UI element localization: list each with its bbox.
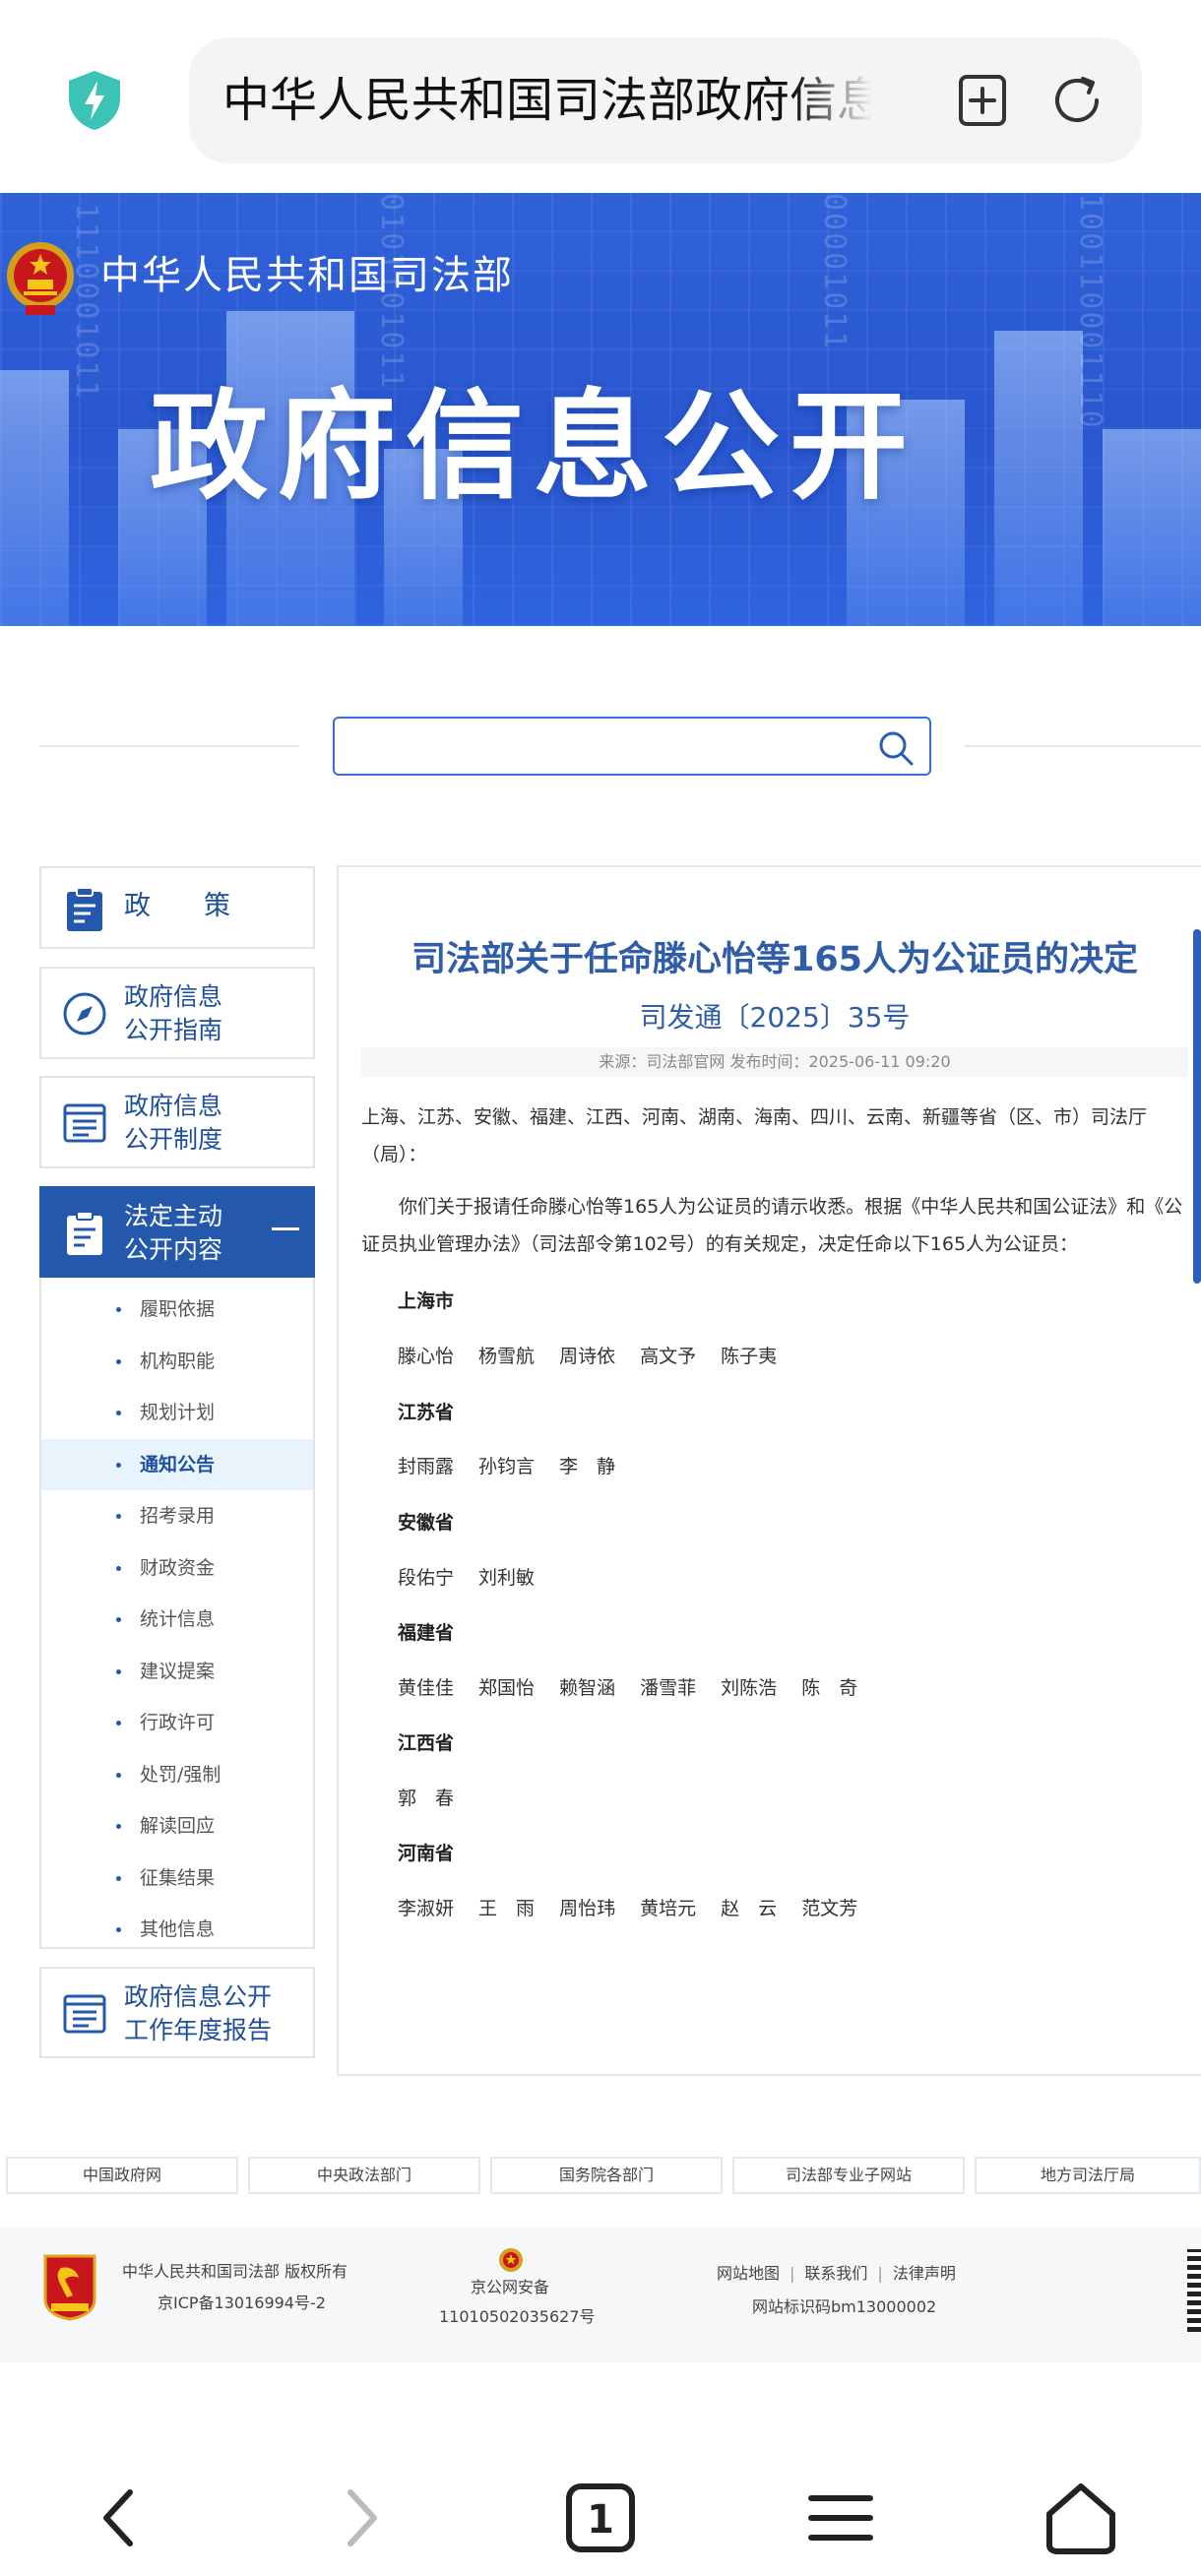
names-list: 段佑宁 刘利敏 [398,1567,536,1589]
footer-link[interactable]: 中国政府网 [6,2157,238,2194]
footer-copyright: 中华人民共和国司法部 版权所有 [122,2262,348,2281]
sidebar-item-label: 政府信息 [124,982,223,1011]
sidebar-subitem[interactable]: 行政许可 [41,1697,313,1748]
national-emblem-icon [7,242,74,315]
province-heading: 江苏省 [398,1402,455,1423]
sidebar-item-guide[interactable]: 政府信息 公开指南 [39,967,315,1059]
sidebar-item-policy[interactable]: 政 策 [39,866,315,949]
footer-link[interactable]: 中央政法部门 [248,2157,480,2194]
footer-police-label: 京公网安备 [471,2278,550,2296]
back-icon[interactable] [77,2475,163,2561]
browser-toolbar: 中华人民共和国司法部政府信息公开 [0,0,1201,193]
sidebar-item-label: 政府信息 [124,1092,223,1120]
sitemap-link[interactable]: 网站地图 [717,2264,780,2283]
menu-icon[interactable] [797,2475,884,2561]
tabs-icon[interactable]: 1 [557,2475,644,2561]
document-number: 司发通〔2025〕35号 [639,1001,911,1034]
footer-link[interactable]: 司法部专业子网站 [732,2157,965,2194]
footer-police-number[interactable]: 11010502035627号 [439,2303,596,2331]
police-emblem-icon [499,2248,523,2272]
sidebar-item-label: 公开指南 [124,1016,223,1044]
url-text[interactable]: 中华人民共和国司法部政府信息公开 [222,71,872,130]
province-heading: 江西省 [398,1732,455,1754]
sidebar-subitem-selected[interactable]: 通知公告 [41,1439,313,1490]
names-list: 封雨露 孙钧言 李 静 [398,1456,616,1477]
sidebar-subitem[interactable]: 其他信息 [41,1904,313,1955]
divider [965,745,1201,747]
sidebar-subitem[interactable]: 招考录用 [41,1490,313,1541]
home-icon[interactable] [1038,2475,1124,2561]
sidebar-item-label: 公开制度 [124,1125,223,1154]
footer-site-id: 网站标识码bm13000002 [752,2297,937,2316]
names-list: 郭 春 [398,1788,455,1809]
sidebar-subitem[interactable]: 处罚/强制 [41,1749,313,1800]
search-box[interactable] [333,717,931,776]
sidebar-subitem[interactable]: 履职依据 [41,1284,313,1335]
names-list: 黄佳佳 郑国怡 赖智涵 潘雪菲 刘陈浩 陈 奇 [398,1677,858,1699]
document-list-icon [63,1994,106,2034]
sidebar-item-label: 法定主动 [124,1202,223,1230]
add-bookmark-icon[interactable] [953,71,1012,130]
clipboard-icon [67,887,102,931]
search-input[interactable] [345,724,856,768]
footer-icp[interactable]: 京ICP备13016994号-2 [158,2290,326,2317]
tabs-count: 1 [587,2497,614,2543]
reload-icon[interactable] [1047,71,1106,130]
clipboard-icon [67,1211,102,1255]
forward-icon[interactable] [317,2475,404,2561]
page-title: 政府信息公开 [150,379,917,516]
search-icon[interactable] [876,728,916,768]
sidebar-subitem[interactable]: 机构职能 [41,1336,313,1387]
sidebar-item-active-content[interactable]: 法定主动 公开内容 [39,1186,315,1278]
party-badge-icon[interactable] [39,2252,100,2321]
scrollbar[interactable] [1193,929,1201,1284]
sidebar-subitem[interactable]: 财政资金 [41,1542,313,1594]
sidebar-subitem[interactable]: 建议提案 [41,1646,313,1697]
province-heading: 安徽省 [398,1512,455,1534]
divider [39,745,299,747]
address-bar[interactable]: 中华人民共和国司法部政府信息公开 [189,37,1142,163]
document-list-icon [63,1103,106,1143]
sidebar-subitem[interactable]: 征集结果 [41,1853,313,1904]
shield-icon[interactable] [65,69,124,132]
collapse-icon[interactable] [272,1227,299,1230]
sidebar-item-label: 公开内容 [124,1235,223,1264]
province-heading: 河南省 [398,1843,455,1864]
legal-link[interactable]: 法律声明 [893,2264,956,2283]
article-body: 你们关于报请任命滕心怡等165人为公证员的请示收悉。根据《中华人民共和国公证法》… [361,1196,1183,1255]
sidebar-item-label: 政 策 [124,891,230,921]
sidebar-item-label: 工作年度报告 [124,2016,273,2044]
sidebar-subitem[interactable]: 统计信息 [41,1594,313,1645]
footer-link[interactable]: 国务院各部门 [490,2157,723,2194]
article-addressee: 上海、江苏、安徽、福建、江西、河南、湖南、海南、四川、云南、新疆等省（区、市）司… [361,1106,1148,1165]
province-heading: 上海市 [398,1290,455,1312]
names-list: 李淑妍 王 雨 周怡玮 黄培元 赵 云 范文芳 [398,1898,858,1919]
sidebar-item-label: 政府信息公开 [124,1982,273,2011]
contact-link[interactable]: 联系我们 [804,2264,867,2283]
site-name: 中华人民共和国司法部 [100,253,514,298]
qr-code [1187,2249,1201,2332]
sidebar-subitem[interactable]: 规划计划 [41,1387,313,1438]
province-heading: 福建省 [398,1622,455,1644]
footer-links: 网站地图 | 联系我们 | 法律声明 [717,2264,956,2283]
sidebar-sublist: 履职依据 机构职能 规划计划 通知公告 招考录用 财政资金 统计信息 建议提案 … [39,1278,315,1949]
footer-link[interactable]: 地方司法厅局 [975,2157,1201,2194]
sidebar-item-system[interactable]: 政府信息 公开制度 [39,1076,315,1168]
sidebar-subitem[interactable]: 解读回应 [41,1800,313,1852]
names-list: 滕心怡 杨雪航 周诗依 高文予 陈子夷 [398,1346,778,1367]
article-meta: 来源：司法部官网 发布时间：2025-06-11 09:20 [361,1047,1188,1077]
sidebar-item-annual-report[interactable]: 政府信息公开 工作年度报告 [39,1967,315,2058]
article-title: 司法部关于任命滕心怡等165人为公证员的决定 [411,940,1139,979]
compass-icon [63,992,106,1036]
